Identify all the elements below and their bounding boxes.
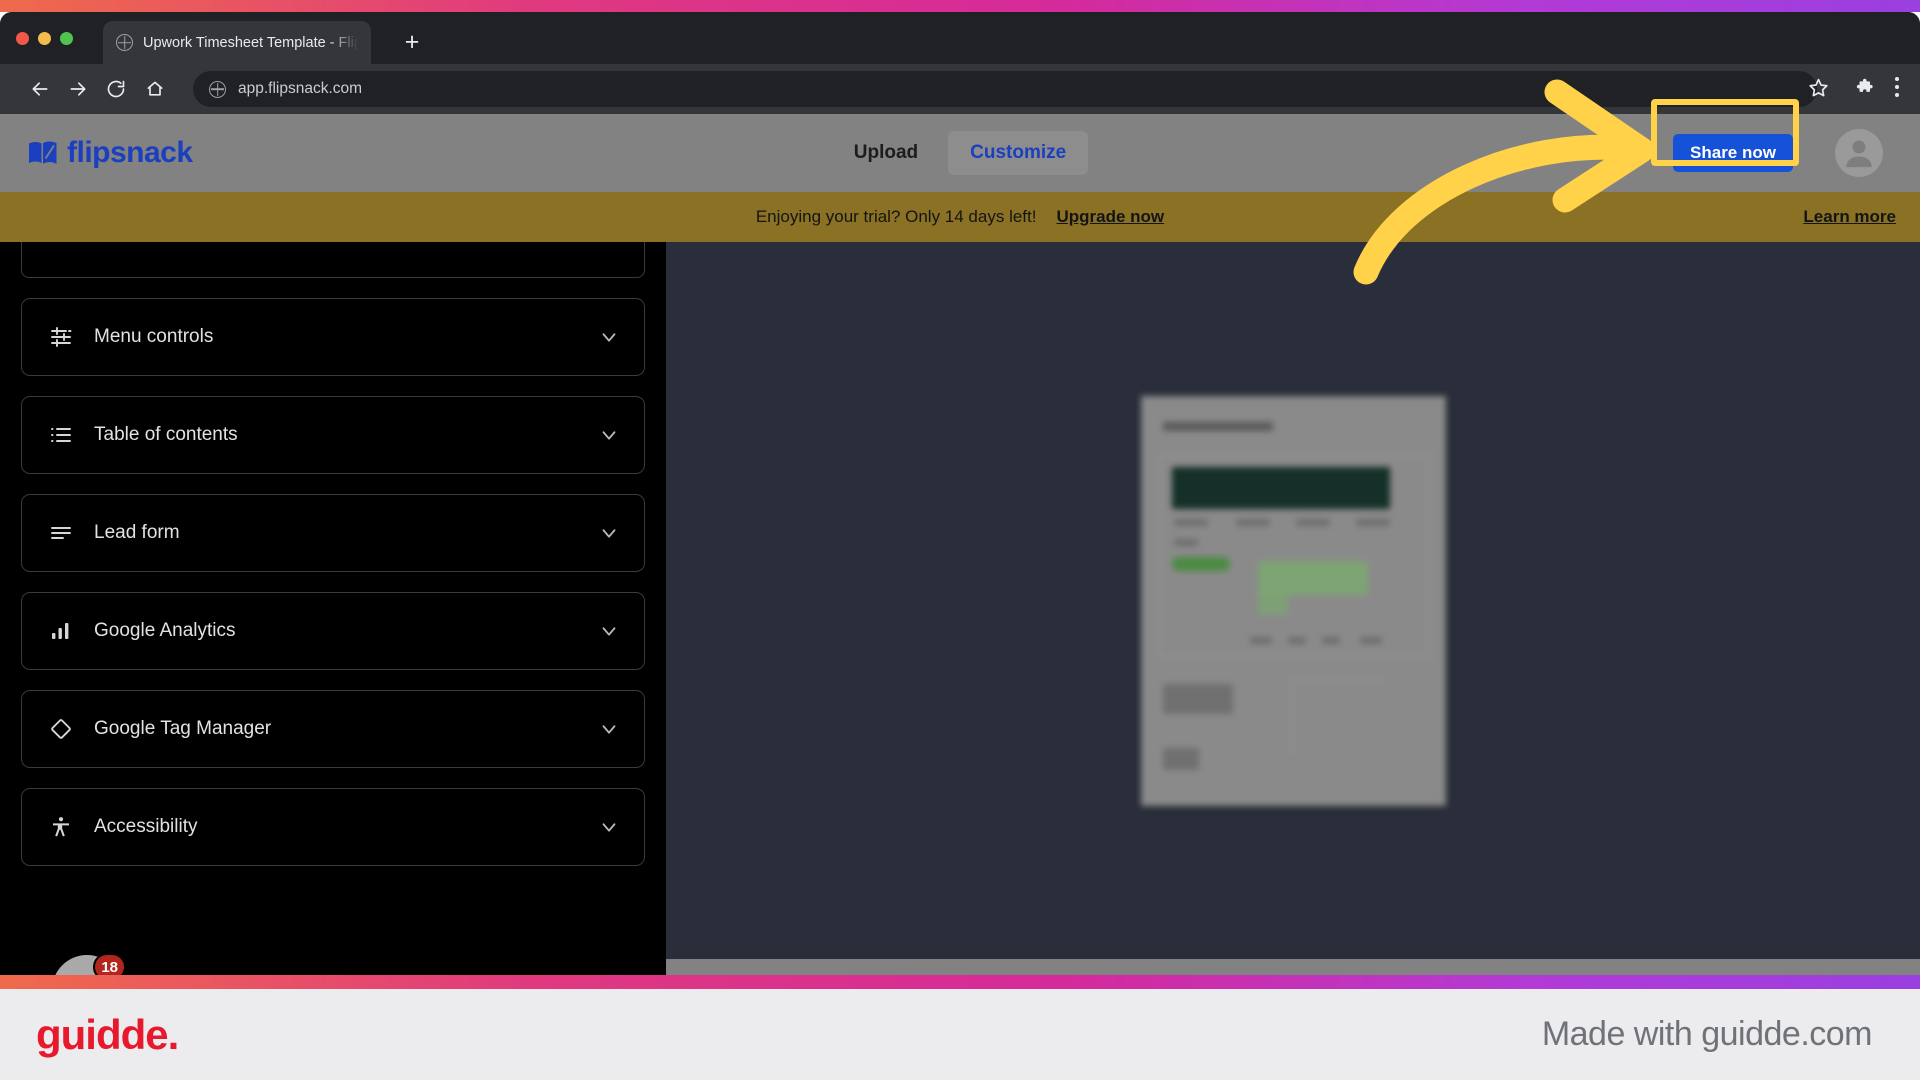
chevron-down-icon[interactable] bbox=[598, 816, 620, 838]
diamond-icon bbox=[46, 717, 76, 741]
guidde-footer: guidde. Made with guidde.com bbox=[0, 989, 1920, 1080]
sidebar-panel-lead-form[interactable]: Lead form bbox=[21, 494, 645, 572]
chevron-down-icon[interactable] bbox=[598, 522, 620, 544]
sliders-icon bbox=[46, 325, 76, 349]
trial-banner: Enjoying your trial? Only 14 days left! … bbox=[0, 192, 1920, 242]
preview-title-block bbox=[1162, 421, 1273, 431]
preview-green-pill bbox=[1171, 556, 1230, 571]
app-header: flipsnack Upload Customize Share now bbox=[0, 114, 1920, 192]
user-avatar-icon[interactable] bbox=[1835, 129, 1883, 177]
guidde-floating-widget[interactable]: g. 18 bbox=[52, 953, 126, 975]
sidebar-panel-partial[interactable] bbox=[21, 242, 645, 278]
sidebar-panel-label: Menu controls bbox=[94, 326, 214, 347]
trial-message: Enjoying your trial? Only 14 days left! bbox=[755, 207, 1037, 226]
sidebar-panel-accessibility[interactable]: Accessibility bbox=[21, 788, 645, 866]
customize-sidebar: Menu controls Table of contents Lead for… bbox=[0, 242, 666, 975]
guidde-step-badge: 18 bbox=[93, 953, 126, 975]
preview-footer-left bbox=[1162, 683, 1233, 714]
puzzle-piece-icon[interactable] bbox=[1856, 77, 1877, 103]
document-preview[interactable] bbox=[1140, 395, 1446, 806]
address-bar[interactable]: app.flipsnack.com bbox=[193, 71, 1817, 107]
guidde-footer-note: Made with guidde.com bbox=[1541, 1015, 1873, 1053]
share-now-button[interactable]: Share now bbox=[1673, 134, 1793, 172]
browser-toolbar: app.flipsnack.com bbox=[0, 64, 1920, 114]
browser-window: Upwork Timesheet Template - Flip + app.f… bbox=[0, 12, 1920, 975]
browser-tab-title: Upwork Timesheet Template - Flip bbox=[143, 34, 358, 51]
chevron-down-icon[interactable] bbox=[598, 326, 620, 348]
star-icon[interactable] bbox=[1808, 77, 1829, 103]
close-window-button[interactable] bbox=[16, 32, 29, 45]
guidde-frame-bottom-gradient bbox=[0, 975, 1920, 989]
screenshot-root: Upwork Timesheet Template - Flip + app.f… bbox=[0, 0, 1920, 1080]
preview-chart-block bbox=[1240, 549, 1390, 629]
chevron-down-icon[interactable] bbox=[598, 424, 620, 446]
sidebar-panel-label: Table of contents bbox=[94, 424, 238, 445]
guidde-frame-top-gradient bbox=[0, 0, 1920, 12]
accessibility-person-icon bbox=[46, 815, 76, 839]
app-nav-tabs: Upload Customize bbox=[0, 131, 1920, 175]
forward-button[interactable] bbox=[65, 76, 91, 102]
new-tab-button[interactable]: + bbox=[400, 30, 424, 55]
window-traffic-lights[interactable] bbox=[16, 32, 73, 45]
url-text: app.flipsnack.com bbox=[238, 80, 363, 97]
site-globe-icon bbox=[209, 80, 226, 98]
bar-chart-icon bbox=[46, 619, 76, 643]
preview-header-bar bbox=[1171, 466, 1390, 509]
preview-signature-box bbox=[1290, 679, 1386, 755]
tab-customize[interactable]: Customize bbox=[948, 131, 1089, 175]
chevron-down-icon[interactable] bbox=[598, 718, 620, 740]
app-viewport: flipsnack Upload Customize Share now Enj… bbox=[0, 114, 1920, 975]
home-button[interactable] bbox=[142, 76, 168, 102]
browser-tab-strip: Upwork Timesheet Template - Flip + bbox=[0, 12, 1920, 64]
list-bullets-icon bbox=[46, 423, 76, 447]
kebab-menu-icon[interactable] bbox=[1895, 77, 1901, 101]
chevron-down-icon[interactable] bbox=[598, 620, 620, 642]
reload-button[interactable] bbox=[103, 76, 129, 102]
horizontal-lines-icon bbox=[46, 521, 76, 545]
sidebar-panel-google-analytics[interactable]: Google Analytics bbox=[21, 592, 645, 670]
upgrade-now-link[interactable]: Upgrade now bbox=[1056, 207, 1164, 227]
editor-bottom-bar: A Editor - Add links, videos, buttons, i… bbox=[666, 959, 1920, 975]
maximize-window-button[interactable] bbox=[60, 32, 73, 45]
publication-canvas bbox=[666, 242, 1920, 959]
preview-footer-bottom bbox=[1162, 747, 1199, 770]
tab-upload[interactable]: Upload bbox=[832, 131, 940, 175]
sidebar-panel-label: Google Analytics bbox=[94, 620, 236, 641]
sidebar-panel-google-tag-manager[interactable]: Google Tag Manager bbox=[21, 690, 645, 768]
minimize-window-button[interactable] bbox=[38, 32, 51, 45]
preview-table-card bbox=[1158, 455, 1429, 656]
sidebar-panel-label: Lead form bbox=[94, 522, 180, 543]
sidebar-panel-table-of-contents[interactable]: Table of contents bbox=[21, 396, 645, 474]
sidebar-panel-menu-controls[interactable]: Menu controls bbox=[21, 298, 645, 376]
globe-icon bbox=[116, 34, 133, 51]
browser-tab[interactable]: Upwork Timesheet Template - Flip bbox=[103, 21, 371, 64]
guidde-footer-logo: guidde. bbox=[36, 1010, 179, 1058]
sidebar-panel-label: Google Tag Manager bbox=[94, 718, 272, 739]
learn-more-link[interactable]: Learn more bbox=[1803, 207, 1896, 227]
back-button[interactable] bbox=[27, 76, 53, 102]
sidebar-panel-label: Accessibility bbox=[94, 816, 198, 837]
